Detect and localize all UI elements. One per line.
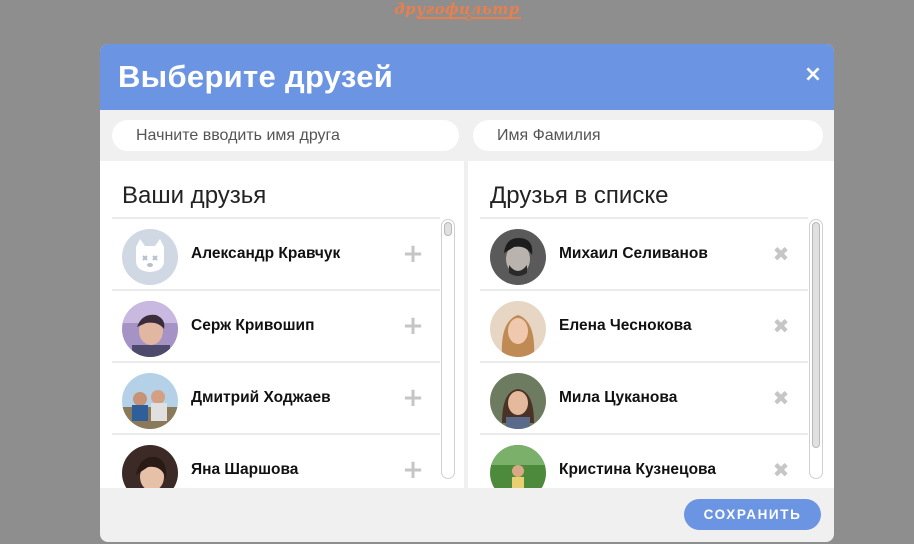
friend-photo-avatar xyxy=(490,373,546,429)
scrollbar-thumb[interactable] xyxy=(444,222,452,236)
friend-photo-avatar xyxy=(490,445,546,488)
list-friends-scrollbar[interactable] xyxy=(809,219,823,479)
friend-row[interactable]: Яна Шаршова + xyxy=(112,435,440,488)
remove-friend-x-icon[interactable]: ✖ xyxy=(770,387,792,409)
modal-title: Выберите друзей xyxy=(118,59,394,94)
name-search-input[interactable] xyxy=(473,120,823,151)
friend-row[interactable]: Александр Кравчук + xyxy=(112,219,440,291)
brand-name: другофильтр xyxy=(394,0,520,18)
friend-name: Яна Шаршова xyxy=(191,461,299,478)
friend-search-input[interactable] xyxy=(112,120,459,151)
scrollbar-thumb[interactable] xyxy=(812,222,820,448)
remove-friend-x-icon[interactable]: ✖ xyxy=(770,315,792,337)
friend-photo-avatar xyxy=(122,445,178,488)
list-friend-row[interactable]: Михаил Селиванов ✖ xyxy=(480,219,808,291)
list-friend-row[interactable]: Кристина Кузнецова ✖ xyxy=(480,435,808,488)
brand-logo: другофильтр xyxy=(0,0,914,18)
default-dog-avatar-icon xyxy=(122,229,178,285)
your-friends-panel: Ваши друзья Александр Кравчук + Серж Кри… xyxy=(100,161,464,488)
add-friend-plus-icon[interactable]: + xyxy=(402,385,424,411)
remove-friend-x-icon[interactable]: ✖ xyxy=(770,459,792,481)
select-friends-modal: Выберите друзей × Ваши друзья Александр … xyxy=(100,44,834,542)
friend-photo-avatar xyxy=(490,229,546,285)
add-friend-plus-icon[interactable]: + xyxy=(402,241,424,267)
remove-friend-x-icon[interactable]: ✖ xyxy=(770,243,792,265)
friend-row[interactable]: Дмитрий Ходжаев + xyxy=(112,363,440,435)
modal-header: Выберите друзей × xyxy=(100,44,834,110)
friend-name: Елена Чеснокова xyxy=(559,317,692,334)
friend-row[interactable]: Серж Кривошип + xyxy=(112,291,440,363)
friend-photo-avatar xyxy=(122,373,178,429)
friend-name: Александр Кравчук xyxy=(191,245,341,262)
list-friends-title: Друзья в списке xyxy=(490,182,669,209)
list-friends-list: Михаил Селиванов ✖ Елена Чеснокова ✖ Мил… xyxy=(480,219,808,488)
your-friends-title: Ваши друзья xyxy=(122,182,267,209)
list-friends-panel: Друзья в списке Михаил Селиванов ✖ Елена… xyxy=(468,161,834,488)
add-friend-plus-icon[interactable]: + xyxy=(402,457,424,483)
your-friends-scrollbar[interactable] xyxy=(441,219,455,479)
friend-name: Серж Кривошип xyxy=(191,317,315,334)
friend-name: Кристина Кузнецова xyxy=(559,461,716,478)
add-friend-plus-icon[interactable]: + xyxy=(402,313,424,339)
friend-name: Мила Цуканова xyxy=(559,389,678,406)
friend-name: Михаил Селиванов xyxy=(559,245,708,262)
list-friend-row[interactable]: Мила Цуканова ✖ xyxy=(480,363,808,435)
your-friends-list: Александр Кравчук + Серж Кривошип + Дмит… xyxy=(112,219,440,488)
close-icon[interactable]: × xyxy=(802,64,824,86)
save-button[interactable]: СОХРАНИТЬ xyxy=(684,499,821,530)
list-friend-row[interactable]: Елена Чеснокова ✖ xyxy=(480,291,808,363)
friend-name: Дмитрий Ходжаев xyxy=(191,389,331,406)
brand-dot xyxy=(466,15,472,21)
friend-photo-avatar xyxy=(122,301,178,357)
friend-photo-avatar xyxy=(490,301,546,357)
